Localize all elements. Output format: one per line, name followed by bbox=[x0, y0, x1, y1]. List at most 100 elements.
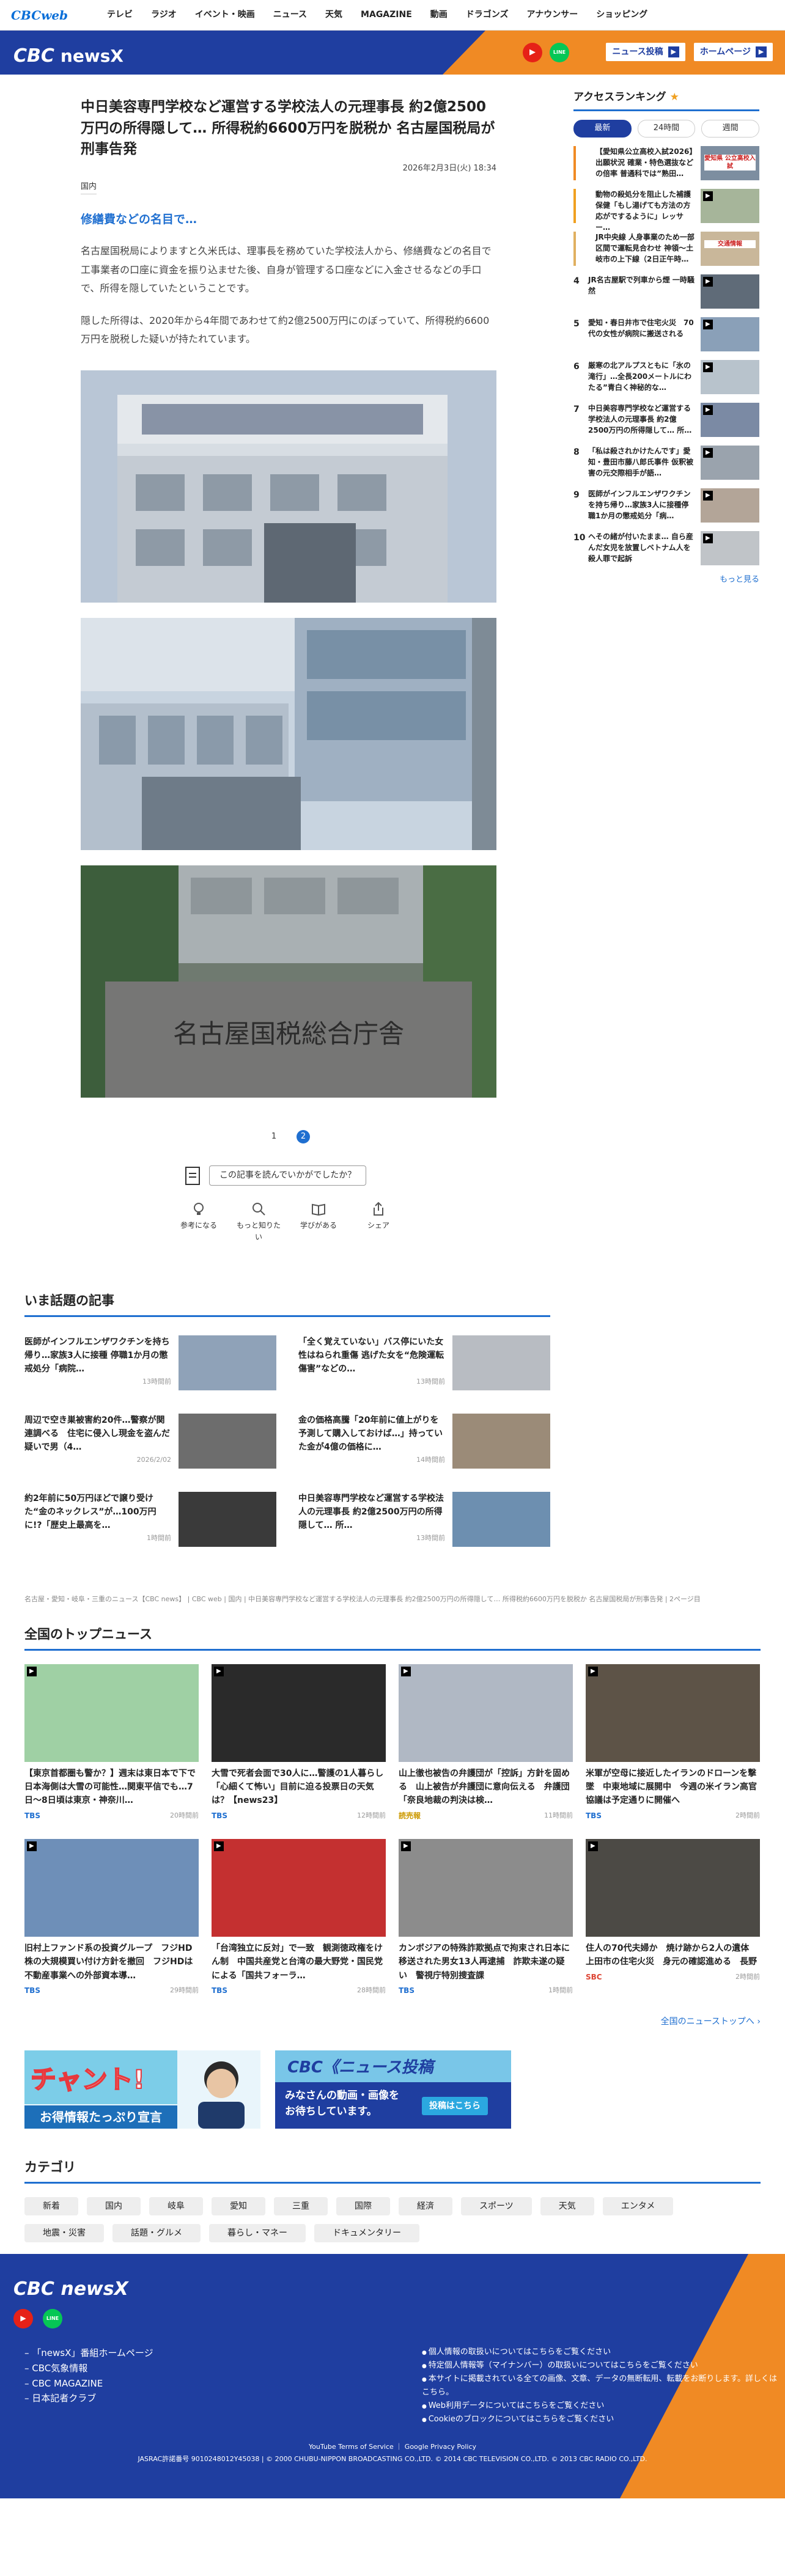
category-tag[interactable]: 話題・グルメ bbox=[112, 2223, 201, 2243]
nav-item-dragons[interactable]: ドラゴンズ bbox=[457, 8, 518, 21]
footer-terms[interactable]: YouTube Terms of Service ｜ Google Privac… bbox=[0, 2441, 785, 2453]
footer-policy-link[interactable]: 特定個人情報等（マイナンバー）の取扱いについてはこちらをご覧ください bbox=[422, 2359, 785, 2372]
category-tag[interactable]: 国際 bbox=[336, 2196, 390, 2215]
ranking-thumbnail[interactable]: 交通情報 bbox=[701, 231, 759, 266]
ranking-item[interactable]: 8 「私は殺されかけたんです」愛知・豊田市藤八郎氏事件 仮釈被害の元交際相手が語…… bbox=[573, 445, 759, 480]
ranking-item[interactable]: 9 医師がインフルエンザワクチンを持ち帰り…家族3人に接種停職1か月の懲戒処分「病… bbox=[573, 488, 759, 523]
ranking-item[interactable]: 4 JR名古屋駅で列車から煙 一時騒然 ▶ bbox=[573, 274, 759, 309]
ranking-thumbnail[interactable]: ▶ bbox=[701, 188, 759, 223]
tab-24h[interactable]: 24時間 bbox=[637, 120, 696, 138]
footer-link[interactable]: 日本記者クラブ bbox=[24, 2391, 153, 2406]
ranking-thumbnail[interactable]: ▶ bbox=[701, 274, 759, 309]
national-item[interactable]: ▶ カンボジアの特殊詐欺拠点で拘束され日本に移送された男女13人再逮捕 詐欺未遂の… bbox=[399, 1838, 573, 1997]
ranking-thumbnail[interactable]: ▶ bbox=[701, 317, 759, 351]
national-item[interactable]: ▶ 住人の70代夫婦か 焼け跡から2人の遺体 上田市の住宅火災 身元の確認進める … bbox=[586, 1838, 760, 1997]
reaction-know-more[interactable]: もっと知りたい bbox=[234, 1202, 283, 1243]
footer-link[interactable]: 「newsX」番組ホームページ bbox=[24, 2346, 153, 2361]
news-post-banner-button[interactable]: 投稿はこちら bbox=[422, 2097, 488, 2116]
ranking-thumbnail[interactable]: ▶ bbox=[701, 530, 759, 565]
ranking-item[interactable]: 7 中日美容専門学校など運営する学校法人の元理事長 約2億2500万円の所得隠して… bbox=[573, 402, 759, 437]
ranking-item[interactable]: 動物の殺処分を阻止した補護保健「もし湯げても方法の方応がでするように」レッサー…… bbox=[573, 188, 759, 232]
page-1-link[interactable]: 1 bbox=[267, 1130, 281, 1143]
ranking-thumbnail[interactable]: ▶ bbox=[701, 402, 759, 437]
category-tag[interactable]: 愛知 bbox=[212, 2196, 265, 2215]
nav-item-radio[interactable]: ラジオ bbox=[142, 8, 186, 21]
national-thumbnail[interactable]: ▶ bbox=[586, 1838, 760, 1937]
national-thumbnail[interactable]: ▶ bbox=[212, 1838, 386, 1937]
footer-policy-link[interactable]: 本サイトに掲載されている全ての画像、文章、データの無断転用、転載をお断りします。… bbox=[422, 2372, 785, 2399]
trending-item[interactable]: 「全く覚えていない」バス停にいた女性はねられ重傷 逃げた女を“危険運転傷害”など… bbox=[298, 1335, 550, 1390]
national-item[interactable]: ▶ 大雪で死者会面で30人に…警護の1人暮らし「心細くて怖い」目前に迫る投票日の天… bbox=[212, 1664, 386, 1822]
national-item[interactable]: ▶ 旧村上ファンド系の投資グループ フジHD株の大規模買い付け方針を撤回 フジHD… bbox=[24, 1838, 199, 1997]
ranking-thumbnail[interactable]: ▶ bbox=[701, 445, 759, 480]
tab-weekly[interactable]: 週間 bbox=[701, 120, 760, 138]
ranking-item[interactable]: 6 厳寒の北アルプスともに「氷の滝行」…全長200メートルにわたる”青白く神秘的な… bbox=[573, 359, 759, 394]
trending-thumbnail[interactable] bbox=[179, 1413, 276, 1469]
ranking-item[interactable]: 【愛知県公立高校入試2026】出願状況 確業・特色選抜などの倍率 普通科では”熟… bbox=[573, 145, 759, 180]
category-tag[interactable]: 三重 bbox=[274, 2196, 328, 2215]
category-tag[interactable]: 経済 bbox=[399, 2196, 452, 2215]
footer-policy-link[interactable]: 個人情報の取扱いについてはこちらをご覧ください bbox=[422, 2346, 785, 2359]
ranking-thumbnail[interactable]: ▶ bbox=[701, 359, 759, 394]
trending-thumbnail[interactable] bbox=[452, 1413, 550, 1469]
line-icon[interactable]: LINE bbox=[43, 2309, 62, 2328]
footer-link[interactable]: CBC気象情報 bbox=[24, 2361, 153, 2376]
category-tag[interactable]: エンタメ bbox=[602, 2196, 674, 2215]
reaction-learning[interactable]: 学びがある bbox=[294, 1202, 343, 1243]
cbcweb-logo[interactable]: CBCweb bbox=[11, 6, 84, 25]
trending-item[interactable]: 中日美容専門学校など運営する学校法人の元理事長 約2億2500万円の所得隠して…… bbox=[298, 1491, 550, 1547]
nav-item-video[interactable]: 動画 bbox=[421, 8, 457, 21]
news-post-button[interactable]: ニュース投稿 ▶ bbox=[606, 43, 685, 62]
nav-item-news[interactable]: ニュース bbox=[264, 8, 316, 21]
footer-logo[interactable]: CBC newsX bbox=[13, 2275, 128, 2304]
national-thumbnail[interactable]: ▶ bbox=[399, 1664, 573, 1762]
national-item[interactable]: ▶ 【東京首都圏も警か？】週末は東日本で下で日本海側は大雪の可能性…関東平信でも…… bbox=[24, 1664, 199, 1822]
category-tag[interactable]: 岐阜 bbox=[149, 2196, 203, 2215]
youtube-icon[interactable]: ▶ bbox=[13, 2309, 33, 2328]
ranking-item[interactable]: 10 ヘその緒が付いたまま… 自ら産んだ女児を放置しベトナム人を殺人罪で起訴 ▶ bbox=[573, 530, 759, 565]
category-tag[interactable]: 暮らし・マネー bbox=[209, 2223, 306, 2243]
national-thumbnail[interactable]: ▶ bbox=[399, 1838, 573, 1937]
tab-latest[interactable]: 最新 bbox=[573, 120, 632, 138]
national-item[interactable]: ▶ 米軍が空母に接近したイランのドローンを撃墜 中東地域に展開中 今週の米イラン高… bbox=[586, 1664, 760, 1822]
trending-thumbnail[interactable] bbox=[179, 1335, 276, 1390]
ranking-thumbnail[interactable]: 愛知県 公立高校入試 bbox=[701, 145, 759, 180]
trending-item[interactable]: 周辺で空き巣被害約20件…警察が関連調べる 住宅に侵入し現金を盗んだ疑いで男（4… bbox=[24, 1413, 276, 1469]
national-thumbnail[interactable]: ▶ bbox=[586, 1664, 760, 1762]
category-tag[interactable]: 地震・災害 bbox=[24, 2223, 104, 2243]
ranking-item[interactable]: JR中央線 人身事業のため一部区間で運転見合わせ 神領〜土岐市の上下線（2日正午… bbox=[573, 231, 759, 266]
trending-thumbnail[interactable] bbox=[179, 1491, 276, 1547]
nav-item-shopping[interactable]: ショッピング bbox=[587, 8, 657, 21]
nav-item-tv[interactable]: テレビ bbox=[98, 8, 142, 21]
trending-thumbnail[interactable] bbox=[452, 1491, 550, 1547]
breadcrumb[interactable]: 名古屋・愛知・岐阜・三重のニュース【CBC news】 | CBC web | … bbox=[24, 1594, 758, 1605]
national-item[interactable]: ▶ 「台湾独立に反対」で一致 観測徳政権をけん制 中国共産党と台湾の最大野党・国民… bbox=[212, 1838, 386, 1997]
footer-link[interactable]: CBC MAGAZINE bbox=[24, 2376, 153, 2391]
nav-item-weather[interactable]: 天気 bbox=[316, 8, 352, 21]
reaction-share[interactable]: シェア bbox=[354, 1202, 403, 1243]
ranking-item[interactable]: 5 愛知・春日井市で住宅火災 70代の女性が病院に搬送される ▶ bbox=[573, 317, 759, 351]
homepage-button[interactable]: ホームページ ▶ bbox=[693, 43, 773, 62]
trending-item[interactable]: 約2年前に50万円ほどで譲り受けた“金のネックレス”が…100万円に!?「歴史上… bbox=[24, 1491, 276, 1547]
national-item[interactable]: ▶ 山上徹也被告の弁護団が「控訴」方針を固める 山上被告が弁護団に意向伝える 弁護… bbox=[399, 1664, 573, 1822]
category-tag[interactable]: 国内 bbox=[87, 2196, 141, 2215]
trending-item[interactable]: 金の価格高騰「20年前に値上がりを予測して購入しておけば…」持っていた金が4億の… bbox=[298, 1413, 550, 1469]
footer-policy-link[interactable]: Web利用データについてはこちらをご覧ください bbox=[422, 2399, 785, 2413]
nav-item-announcer[interactable]: アナウンサー bbox=[518, 8, 588, 21]
chant-banner[interactable]: チャント! お得情報たっぷり宣言 bbox=[24, 2050, 260, 2129]
national-thumbnail[interactable]: ▶ bbox=[212, 1664, 386, 1762]
category-tag[interactable]: スポーツ bbox=[461, 2196, 532, 2215]
line-icon[interactable]: LINE bbox=[550, 43, 569, 62]
category-tag[interactable]: 天気 bbox=[540, 2196, 594, 2215]
national-thumbnail[interactable]: ▶ bbox=[24, 1664, 199, 1762]
trending-thumbnail[interactable] bbox=[452, 1335, 550, 1390]
page-2-current[interactable]: 2 bbox=[297, 1130, 310, 1144]
ranking-more-link[interactable]: もっと見る bbox=[573, 574, 759, 587]
category-tag[interactable]: ドキュメンタリー bbox=[314, 2223, 419, 2243]
national-more-link[interactable]: 全国のニューストップへ › bbox=[24, 2015, 761, 2028]
nav-item-events[interactable]: イベント・映画 bbox=[186, 8, 264, 21]
national-thumbnail[interactable]: ▶ bbox=[24, 1838, 199, 1937]
footer-policy-link[interactable]: Cookieのブロックについてはこちらをご覧ください bbox=[422, 2413, 785, 2426]
reaction-helpful[interactable]: 参考になる bbox=[174, 1202, 223, 1243]
nav-item-magazine[interactable]: MAGAZINE bbox=[352, 8, 421, 21]
